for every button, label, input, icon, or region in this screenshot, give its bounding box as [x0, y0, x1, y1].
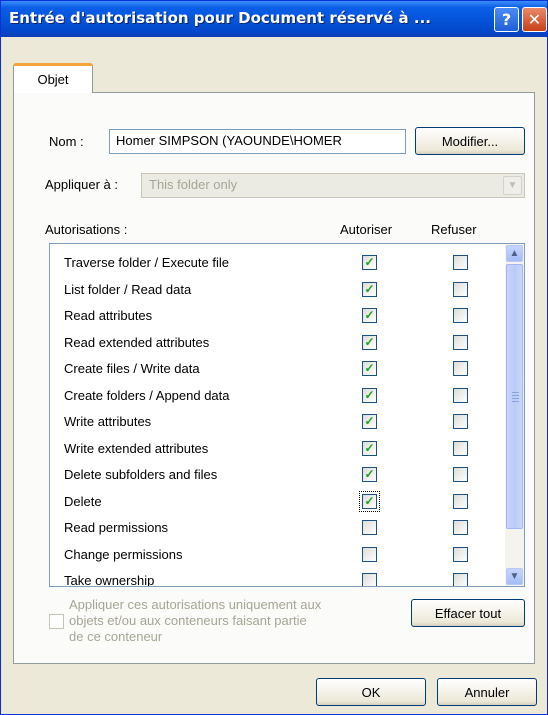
cancel-button[interactable]: Annuler: [437, 678, 537, 706]
permission-label: Write attributes: [64, 414, 152, 429]
deny-checkbox[interactable]: [453, 281, 468, 297]
deny-checkbox[interactable]: [453, 520, 468, 535]
allow-checkbox[interactable]: [362, 573, 377, 586]
apply-to-label: Appliquer à :: [45, 177, 118, 192]
scroll-up-button[interactable]: ▲: [506, 245, 523, 262]
apply-inherit-label: Appliquer ces autorisations uniquement a…: [69, 597, 369, 645]
permission-label: Write extended attributes: [64, 440, 209, 456]
cancel-label: Annuler: [464, 684, 510, 700]
deny-checkbox[interactable]: [453, 467, 468, 482]
permission-row: Traverse folder / Execute file ✓: [50, 250, 500, 276]
title-bar[interactable]: Entrée d'autorisation pour Document rése…: [1, 1, 547, 37]
tab-label: Objet: [37, 72, 69, 87]
ok-label: OK: [361, 684, 381, 700]
deny-checkbox[interactable]: [453, 387, 468, 403]
permission-row: Take ownership: [50, 568, 500, 587]
permission-row: List folder / Read data ✓: [50, 277, 500, 303]
deny-column-header: Refuser: [431, 222, 477, 237]
permission-label: Delete: [64, 493, 102, 509]
permission-label: Read attributes: [64, 308, 153, 323]
clear-all-label: Effacer tout: [434, 605, 502, 621]
permission-label: List folder / Read data: [64, 281, 192, 297]
permission-row: Read permissions: [50, 515, 500, 541]
permission-row: Read extended attributes ✓: [50, 330, 500, 356]
grip-line: [512, 395, 519, 396]
allow-checkbox[interactable]: ✓: [362, 440, 377, 456]
name-label: Nom :: [49, 134, 84, 149]
permission-row: Delete subfolders and files ✓: [50, 462, 500, 488]
permission-entry-dialog: Entrée d'autorisation pour Document rése…: [0, 0, 548, 715]
modify-button[interactable]: Modifier...: [415, 127, 525, 155]
permission-label: Delete subfolders and files: [64, 467, 218, 482]
apply-to-select[interactable]: This folder only ▼: [141, 173, 525, 198]
modify-button-label: Modifier...: [441, 133, 499, 149]
deny-checkbox[interactable]: [453, 308, 468, 323]
name-field[interactable]: Homer SIMPSON (YAOUNDE\HOMER: [109, 129, 406, 154]
close-icon: ✕: [527, 10, 542, 29]
permission-label: Create folders / Append data: [64, 387, 230, 403]
allow-checkbox[interactable]: ✓: [359, 490, 380, 512]
apply-inherit-line-1: Appliquer ces autorisations uniquement a…: [69, 597, 322, 612]
allow-checkbox[interactable]: [362, 546, 377, 562]
deny-checkbox[interactable]: [453, 361, 468, 376]
permission-label: Read permissions: [64, 520, 169, 535]
allow-checkbox[interactable]: ✓: [362, 308, 377, 323]
permission-row: Create files / Write data ✓: [50, 356, 500, 382]
apply-to-value: This folder only: [149, 177, 238, 192]
permission-label: Traverse folder / Execute file: [64, 255, 229, 270]
vertical-scrollbar[interactable]: ▲ ▼: [505, 244, 524, 586]
scrollbar-thumb[interactable]: [506, 264, 523, 529]
permission-row: Write attributes ✓: [50, 409, 500, 435]
scroll-down-button[interactable]: ▼: [506, 568, 523, 585]
tab-objet[interactable]: Objet: [13, 63, 93, 93]
deny-checkbox[interactable]: [453, 573, 468, 586]
allow-checkbox[interactable]: ✓: [362, 334, 377, 350]
deny-checkbox[interactable]: [453, 334, 468, 350]
apply-inherit-line-2: objets et/ou aux conteneurs faisant part…: [69, 613, 307, 628]
permission-label: Change permissions: [64, 546, 183, 562]
grip-line: [512, 392, 519, 393]
help-icon: ?: [501, 10, 512, 29]
permissions-header: Autorisations :: [45, 222, 128, 237]
close-button[interactable]: ✕: [522, 7, 547, 32]
deny-checkbox[interactable]: [453, 546, 468, 562]
ok-button[interactable]: OK: [316, 678, 426, 706]
grip-line: [512, 398, 519, 399]
allow-column-header: Autoriser: [340, 222, 393, 237]
window-title: Entrée d'autorisation pour Document rése…: [9, 9, 431, 27]
permission-row: Delete ✓: [50, 489, 500, 515]
permission-label: Create files / Write data: [64, 361, 200, 376]
grip-line: [512, 401, 519, 402]
permissions-list[interactable]: Traverse folder / Execute file ✓ List fold…: [49, 243, 525, 587]
help-button[interactable]: ?: [494, 7, 519, 32]
allow-checkbox[interactable]: ✓: [362, 255, 377, 270]
scroll-up-icon: ▲: [509, 248, 520, 259]
clear-all-button[interactable]: Effacer tout: [411, 599, 525, 627]
permission-label: Read extended attributes: [64, 334, 210, 350]
deny-checkbox[interactable]: [453, 255, 468, 270]
chevron-down-icon: ▼: [507, 180, 518, 191]
deny-checkbox[interactable]: [453, 414, 468, 429]
allow-checkbox[interactable]: [362, 520, 377, 535]
deny-checkbox[interactable]: [453, 493, 468, 509]
permission-row: Write extended attributes ✓: [50, 436, 500, 462]
deny-checkbox[interactable]: [453, 440, 468, 456]
allow-checkbox[interactable]: ✓: [362, 361, 377, 376]
dropdown-arrow-icon[interactable]: ▼: [503, 176, 522, 195]
apply-inherit-checkbox[interactable]: [49, 614, 64, 629]
allow-checkbox[interactable]: ✓: [362, 387, 377, 403]
permission-row: Create folders / Append data ✓: [50, 383, 500, 409]
scroll-down-icon: ▼: [509, 571, 520, 582]
apply-inherit-line-3: de ce conteneur: [69, 629, 163, 644]
allow-checkbox[interactable]: ✓: [362, 281, 377, 297]
permission-row: Change permissions: [50, 542, 500, 568]
permission-label: Take ownership: [64, 573, 155, 587]
allow-checkbox[interactable]: ✓: [362, 414, 377, 429]
allow-checkbox[interactable]: ✓: [362, 467, 377, 482]
permission-row: Read attributes ✓: [50, 303, 500, 329]
